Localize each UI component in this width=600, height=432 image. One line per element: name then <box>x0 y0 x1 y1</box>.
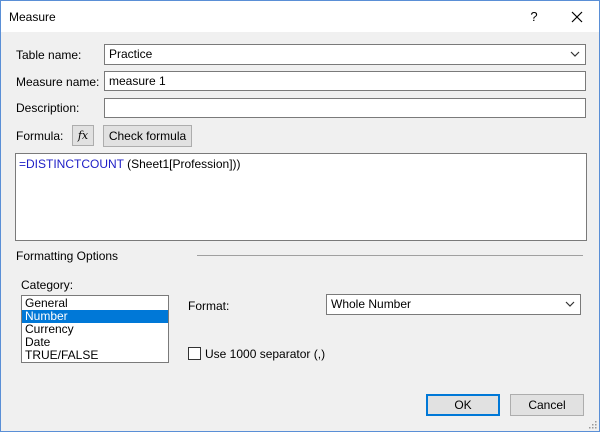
formula-prefix: = <box>19 157 27 171</box>
window-title: Measure <box>9 10 56 24</box>
format-label: Format: <box>188 299 230 313</box>
format-dropdown[interactable]: Whole Number <box>326 294 581 315</box>
chevron-down-icon <box>570 51 580 57</box>
formatting-options-heading: Formatting Options <box>16 249 119 263</box>
formula-function: DISTINCTCOUNT <box>26 157 124 171</box>
measure-name-input[interactable]: measure 1 <box>104 71 586 91</box>
title-bar: Measure ? <box>1 1 599 32</box>
close-icon <box>571 11 583 22</box>
ok-button[interactable]: OK <box>426 394 500 416</box>
chevron-down-icon <box>565 301 575 307</box>
formula-label: Formula: <box>16 129 64 143</box>
description-label: Description: <box>16 101 80 115</box>
insert-function-button[interactable]: fx <box>72 125 94 146</box>
table-name-value: Practice <box>109 47 153 61</box>
measure-name-label: Measure name: <box>16 75 100 89</box>
description-input[interactable] <box>104 98 586 118</box>
section-divider <box>197 255 583 256</box>
separator-checkbox[interactable] <box>188 347 201 360</box>
close-button[interactable] <box>557 1 597 32</box>
resize-grip-icon[interactable] <box>587 419 597 429</box>
check-formula-button[interactable]: Check formula <box>103 125 192 147</box>
category-label: Category: <box>21 278 74 292</box>
category-listbox[interactable]: General Number Currency Date TRUE/FALSE <box>21 295 169 363</box>
format-value: Whole Number <box>331 297 412 311</box>
category-item-true-false[interactable]: TRUE/FALSE <box>22 349 168 362</box>
formula-editor[interactable]: =DISTINCTCOUNT (Sheet1[Profession])) <box>15 153 587 241</box>
cancel-button[interactable]: Cancel <box>510 394 584 416</box>
help-button[interactable]: ? <box>514 1 554 32</box>
measure-dialog: Measure ? Table name: Practice Measure n… <box>0 0 600 432</box>
table-name-dropdown[interactable]: Practice <box>104 44 586 65</box>
formula-args: (Sheet1[Profession])) <box>123 157 241 171</box>
table-name-label: Table name: <box>16 48 82 62</box>
fx-icon: fx <box>77 129 89 142</box>
separator-label: Use 1000 separator (,) <box>205 347 326 361</box>
